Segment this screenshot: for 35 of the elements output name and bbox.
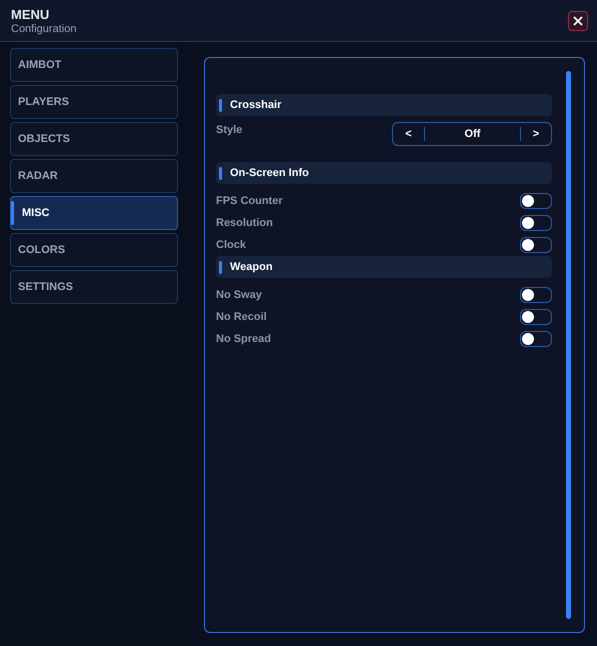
setting-label: No Spread [216, 332, 272, 347]
sidebar-item[interactable]: SETTINGS [10, 270, 178, 304]
selector-value: Off [464, 126, 482, 142]
section-title: Weapon [230, 260, 273, 275]
setting-label: No Recoil [216, 310, 267, 325]
toggle-switch[interactable] [520, 309, 552, 325]
sidebar-item[interactable]: MISC [10, 196, 178, 230]
close-button[interactable] [568, 11, 588, 31]
close-icon [573, 16, 583, 26]
toggle-switch[interactable] [520, 215, 552, 231]
menu-title: MENU [11, 7, 50, 22]
toggle-switch[interactable] [520, 331, 552, 347]
section-title: On-Screen Info [230, 166, 309, 181]
sidebar-item[interactable]: PLAYERS [10, 85, 178, 119]
previous-button[interactable]: < [393, 127, 425, 141]
setting-label: Resolution [216, 216, 273, 231]
toggle-switch[interactable] [520, 193, 552, 209]
setting-label: FPS Counter [216, 194, 283, 209]
scrollbar[interactable] [566, 71, 571, 619]
toggle-switch[interactable] [520, 287, 552, 303]
accent-bar [219, 98, 222, 112]
next-button[interactable]: > [520, 127, 551, 141]
sidebar-item[interactable]: COLORS [10, 233, 178, 267]
toggle-switch[interactable] [520, 237, 552, 253]
accent-bar [219, 260, 222, 274]
accent-bar [219, 166, 222, 180]
sidebar-item[interactable]: OBJECTS [10, 122, 178, 156]
setting-label: Style [216, 123, 242, 138]
setting-label: Clock [216, 238, 246, 253]
section-title: Crosshair [230, 98, 282, 113]
setting-label: No Sway [216, 288, 262, 303]
sidebar-item[interactable]: AIMBOT [10, 48, 178, 82]
sidebar-item[interactable]: RADAR [10, 159, 178, 193]
menu-subtitle: Configuration [11, 22, 76, 36]
style-selector[interactable]: < Off > [392, 122, 552, 146]
